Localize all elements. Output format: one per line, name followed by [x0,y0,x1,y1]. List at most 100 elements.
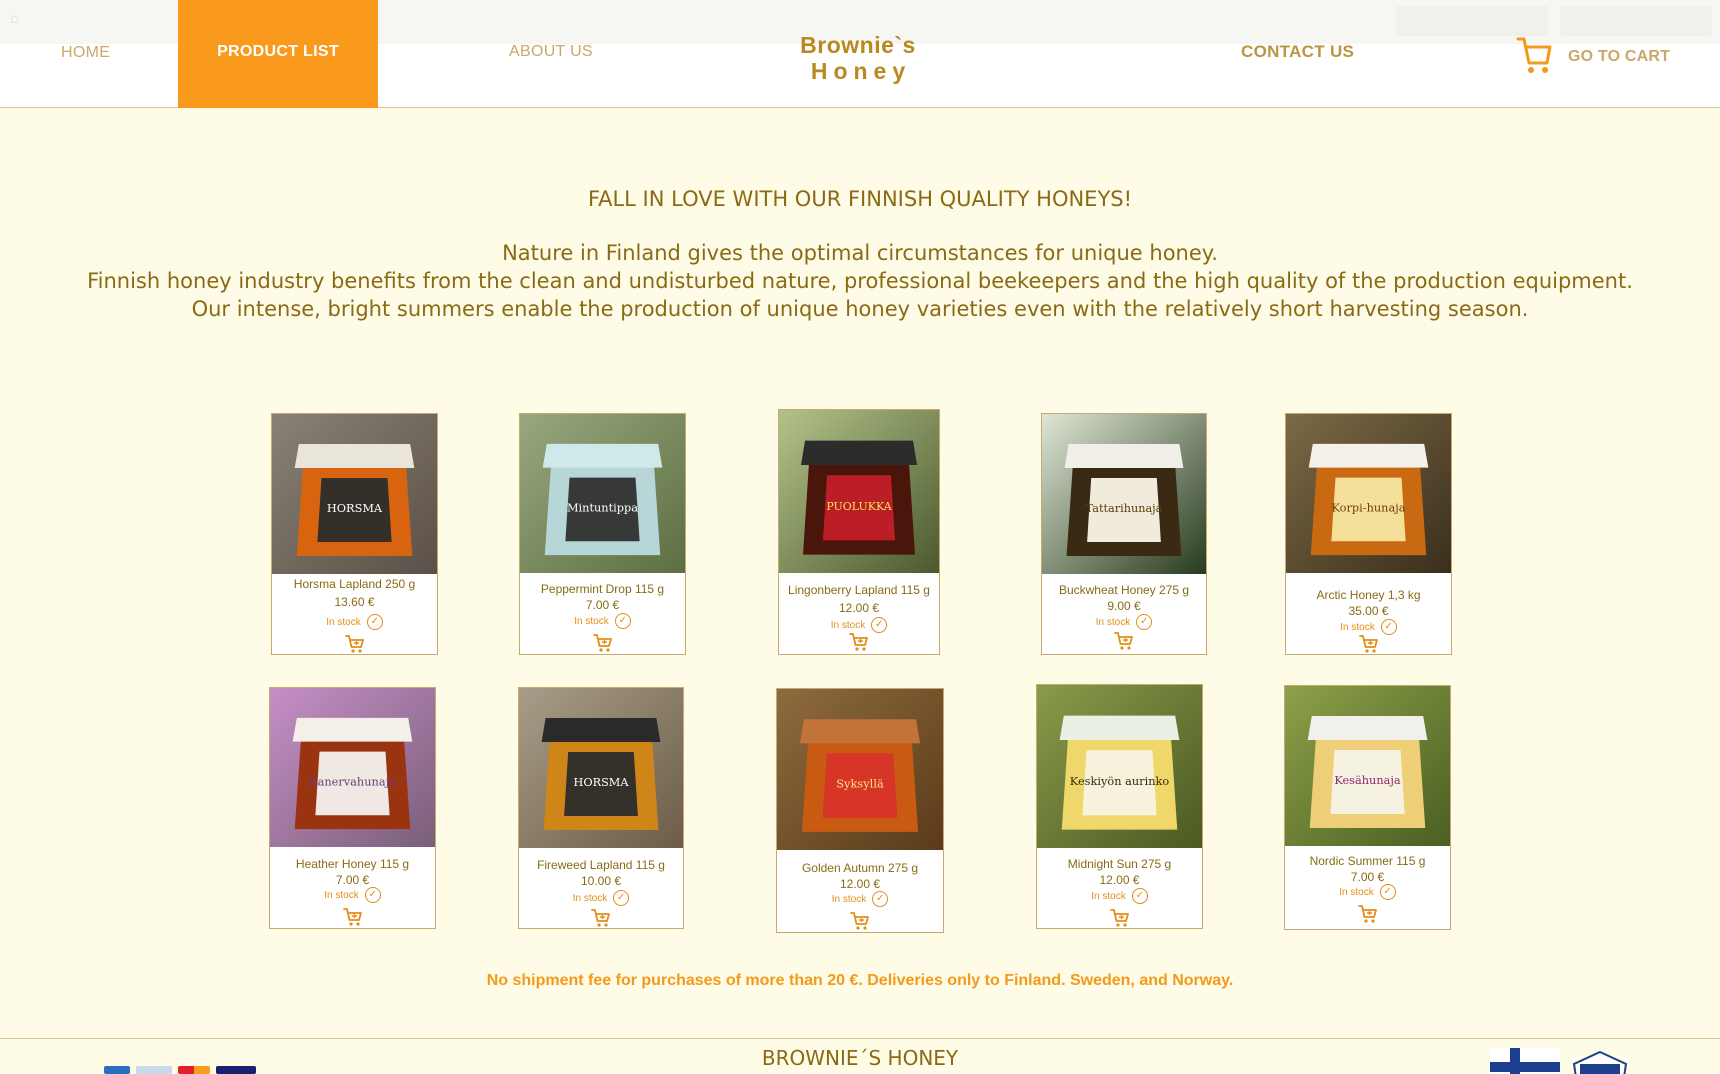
stock-label: In stock [326,616,361,628]
intro-heading: FALL IN LOVE WITH OUR FINNISH QUALITY HO… [587,187,1133,211]
finland-flag-icon [1490,1048,1560,1074]
svg-text:HORSMA: HORSMA [327,502,383,515]
made-in-finland-badge-icon [1570,1050,1630,1074]
product-card[interactable]: HORSMA Fireweed Lapland 115 g 10.00 € In st… [518,687,684,929]
footer-brand: BROWNIE´S HONEY [761,1046,959,1070]
intro-text: Nature in Finland gives the optimal circ… [0,239,1720,323]
product-price: 12.00 € [838,601,880,615]
product-price: 35.00 € [1348,604,1389,618]
product-name[interactable]: Horsma Lapland 250 g [272,577,437,591]
check-icon: ✓ [366,614,383,630]
product-photo[interactable]: Kanervahunaja [270,688,435,847]
stock-label: In stock [1340,621,1375,633]
add-to-cart-button[interactable] [779,632,939,652]
intro-line-2: Finnish honey industry benefits from the… [87,269,1633,293]
product-price: 7.00 € [335,873,370,887]
cart-icon [1516,35,1552,80]
nav-about-us[interactable]: ABOUT US [509,43,593,61]
product-card[interactable]: Syksyllä Golden Autumn 275 g 12.00 € In sto… [776,688,944,933]
stock-status: In stock ✓ [520,613,685,629]
add-to-cart-button[interactable] [519,908,683,928]
go-to-cart-label: GO TO CART [1568,48,1671,65]
product-name[interactable]: Lingonberry Lapland 115 g [779,583,939,597]
site-logo[interactable]: Brownie`s Honey [762,32,954,84]
check-icon: ✓ [1131,888,1148,904]
add-to-cart-button[interactable] [777,911,943,931]
product-name[interactable]: Heather Honey 115 g [270,857,435,871]
product-card[interactable]: Kanervahunaja Heather Honey 115 g 7.00 € In… [269,687,436,929]
stock-label: In stock [1091,890,1126,902]
product-name[interactable]: Arctic Honey 1,3 kg [1286,588,1451,602]
product-name[interactable]: Midnight Sun 275 g [1037,857,1202,871]
stock-label: In stock [1095,616,1131,628]
stock-status: In stock ✓ [270,887,435,903]
product-photo[interactable]: Mintuntippa [520,414,685,573]
add-to-cart-button[interactable] [1042,631,1206,651]
add-to-cart-icon [849,633,868,651]
product-name[interactable]: Fireweed Lapland 115 g [519,858,683,872]
product-name[interactable]: Nordic Summer 115 g [1285,854,1450,868]
product-card[interactable]: Korpi-hunaja Arctic Honey 1,3 kg 35.00 € In… [1285,413,1452,655]
mastercard-icon [178,1066,210,1074]
stock-status: In stock ✓ [779,617,939,633]
diners-icon [136,1066,172,1074]
intro-line-3: Our intense, bright summers enable the p… [191,297,1529,321]
svg-text:HORSMA: HORSMA [574,776,630,789]
svg-text:Keskiyön aurinko: Keskiyön aurinko [1070,775,1170,788]
check-icon: ✓ [1380,619,1397,635]
add-to-cart-button[interactable] [272,634,437,654]
product-photo[interactable]: Korpi-hunaja [1286,414,1451,573]
svg-text:Kanervahunaja: Kanervahunaja [309,776,396,789]
footer-divider [0,1038,1720,1039]
add-to-cart-button[interactable] [1285,904,1450,924]
product-photo[interactable]: PUOLUKKA [779,410,939,573]
stock-status: In stock ✓ [1286,619,1451,635]
stock-status: In stock ✓ [777,891,943,907]
intro-line-1: Nature in Finland gives the optimal circ… [502,241,1218,265]
product-photo[interactable]: HORSMA [272,414,437,574]
visa-icon [216,1066,256,1074]
go-to-cart-link[interactable]: GO TO CART [1516,36,1670,78]
logo-line-1: Brownie`s [800,32,916,58]
stock-label: In stock [830,619,866,631]
check-icon: ✓ [871,617,888,633]
nav-contact-us[interactable]: CONTACT US [1241,42,1354,62]
add-to-cart-button[interactable] [270,907,435,927]
add-to-cart-icon [1358,635,1378,653]
product-name[interactable]: Peppermint Drop 115 g [520,582,685,596]
product-card[interactable]: Mintuntippa Peppermint Drop 115 g 7.00 € In… [519,413,686,655]
product-photo[interactable]: Kesähunaja [1285,686,1450,846]
product-photo[interactable]: Keskiyön aurinko [1037,685,1202,848]
check-icon: ✓ [364,887,381,903]
product-card[interactable]: Tattarihunaja Buckwheat Honey 275 g 9.00 €… [1041,413,1207,655]
stock-label: In stock [572,892,608,904]
nav-product-list[interactable]: PRODUCT LIST [178,0,378,108]
add-to-cart-button[interactable] [1286,634,1451,654]
product-card[interactable]: PUOLUKKA Lingonberry Lapland 115 g 12.00 €… [778,409,940,655]
svg-text:PUOLUKKA: PUOLUKKA [826,500,892,513]
amex-icon [104,1066,130,1074]
product-card[interactable]: Keskiyön aurinko Midnight Sun 275 g 12.00 … [1036,684,1203,929]
site-header: HOME PRODUCT LIST ABOUT US Brownie`s Hon… [0,0,1720,108]
add-to-cart-icon [344,635,364,653]
product-name[interactable]: Golden Autumn 275 g [777,861,943,875]
product-name[interactable]: Buckwheat Honey 275 g [1042,583,1206,597]
logo-line-2: Honey [810,58,912,84]
check-icon: ✓ [1136,614,1153,630]
add-to-cart-icon [850,912,869,930]
add-to-cart-icon [1357,905,1377,923]
product-card[interactable]: Kesähunaja Nordic Summer 115 g 7.00 € In st… [1284,685,1451,930]
stock-status: In stock ✓ [1285,884,1450,900]
add-to-cart-icon [1109,909,1129,927]
add-to-cart-button[interactable] [1037,908,1202,928]
product-card[interactable]: HORSMA Horsma Lapland 250 g 13.60 € In stoc… [271,413,438,655]
add-to-cart-button[interactable] [520,633,685,653]
nav-home[interactable]: HOME [61,44,110,62]
stock-status: In stock ✓ [519,890,683,906]
svg-text:Kesähunaja: Kesähunaja [1334,774,1401,787]
product-photo[interactable]: Tattarihunaja [1042,414,1206,574]
svg-text:Tattarihunaja: Tattarihunaja [1086,502,1163,515]
product-photo[interactable]: Syksyllä [777,689,943,850]
product-photo[interactable]: HORSMA [519,688,683,848]
stock-label: In stock [574,615,609,627]
